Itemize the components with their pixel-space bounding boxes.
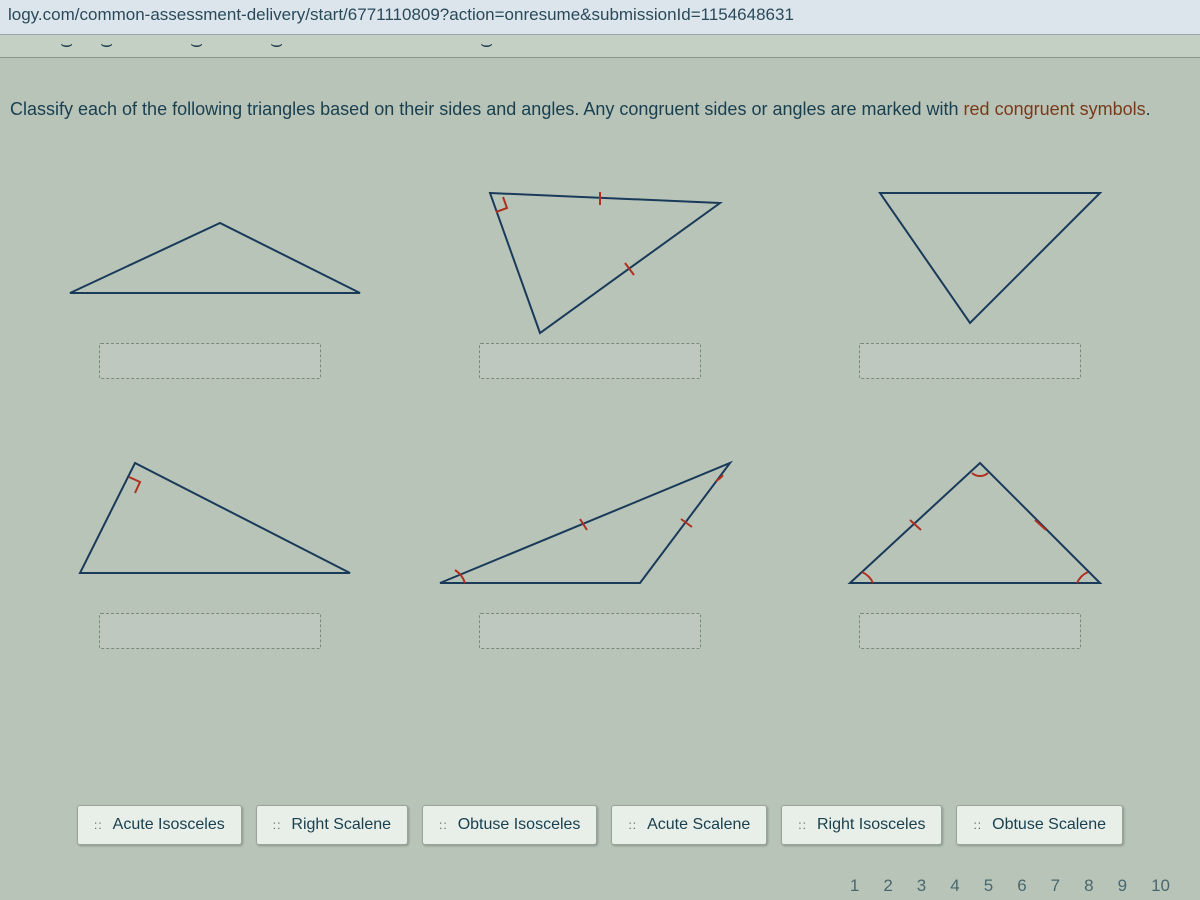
chip-right-scalene[interactable]: :: Right Scalene — [256, 805, 408, 845]
chip-right-isosceles[interactable]: :: Right Isosceles — [781, 805, 942, 845]
tab-glyph: ⌣ — [270, 33, 283, 56]
dropzone-5[interactable] — [479, 613, 701, 649]
pager-3[interactable]: 3 — [917, 876, 926, 896]
tab-glyph: ⌣ — [480, 33, 493, 56]
triangle-drawing-4 — [50, 433, 370, 613]
question-suffix: . — [1146, 99, 1151, 119]
question-highlight: red congruent symbols — [964, 99, 1146, 119]
triangle-cell-4 — [30, 433, 390, 653]
drag-grip-icon: :: — [628, 818, 637, 832]
url-text: logy.com/common-assessment-delivery/star… — [8, 5, 794, 24]
pager-6[interactable]: 6 — [1017, 876, 1026, 896]
triangle-drawing-2 — [430, 163, 750, 343]
answer-chip-tray: :: Acute Isosceles :: Right Scalene :: O… — [0, 805, 1200, 845]
chip-label: Right Scalene — [291, 816, 391, 834]
url-bar[interactable]: logy.com/common-assessment-delivery/star… — [0, 0, 1200, 35]
chip-label: Acute Isosceles — [113, 816, 225, 834]
chip-label: Acute Scalene — [647, 816, 750, 834]
pager-1[interactable]: 1 — [850, 876, 859, 896]
dropzone-3[interactable] — [859, 343, 1081, 379]
tab-glyph: ⌣ — [60, 33, 73, 56]
triangle-cell-1 — [30, 163, 390, 413]
chip-obtuse-isosceles[interactable]: :: Obtuse Isosceles — [422, 805, 597, 845]
pager-4[interactable]: 4 — [950, 876, 959, 896]
drag-grip-icon: :: — [798, 818, 807, 832]
pager-5[interactable]: 5 — [984, 876, 993, 896]
chip-acute-scalene[interactable]: :: Acute Scalene — [611, 805, 767, 845]
tab-glyph: ⌣ — [190, 33, 203, 56]
tab-glyph: ⌣ — [100, 33, 113, 56]
chip-label: Right Isosceles — [817, 816, 926, 834]
triangle-cell-2 — [410, 163, 770, 413]
drag-grip-icon: :: — [94, 818, 103, 832]
chip-obtuse-scalene[interactable]: :: Obtuse Scalene — [956, 805, 1123, 845]
drag-grip-icon: :: — [273, 818, 282, 832]
pager-2[interactable]: 2 — [883, 876, 892, 896]
question-prefix: Classify each of the following triangles… — [10, 99, 964, 119]
triangle-cell-6 — [790, 433, 1150, 653]
drag-grip-icon: :: — [973, 818, 982, 832]
pager-10[interactable]: 10 — [1151, 876, 1170, 896]
tab-strip: ⌣ ⌣ ⌣ ⌣ ⌣ — [0, 35, 1200, 58]
drag-grip-icon: :: — [439, 818, 448, 832]
dropzone-1[interactable] — [99, 343, 321, 379]
pager-9[interactable]: 9 — [1118, 876, 1127, 896]
chip-acute-isosceles[interactable]: :: Acute Isosceles — [77, 805, 242, 845]
triangle-cell-5 — [410, 433, 770, 653]
triangle-cell-3 — [790, 163, 1150, 413]
dropzone-4[interactable] — [99, 613, 321, 649]
chip-label: Obtuse Isosceles — [458, 816, 581, 834]
triangle-grid — [0, 163, 1180, 653]
question-text: Classify each of the following triangles… — [10, 96, 1170, 123]
pager-7[interactable]: 7 — [1051, 876, 1060, 896]
triangle-drawing-5 — [430, 433, 750, 613]
triangle-drawing-1 — [50, 163, 370, 343]
question-pager: 1 2 3 4 5 6 7 8 9 10 — [850, 876, 1170, 896]
triangle-drawing-6 — [810, 433, 1130, 613]
chip-label: Obtuse Scalene — [992, 816, 1106, 834]
dropzone-6[interactable] — [859, 613, 1081, 649]
pager-8[interactable]: 8 — [1084, 876, 1093, 896]
triangle-drawing-3 — [810, 163, 1130, 343]
dropzone-2[interactable] — [479, 343, 701, 379]
